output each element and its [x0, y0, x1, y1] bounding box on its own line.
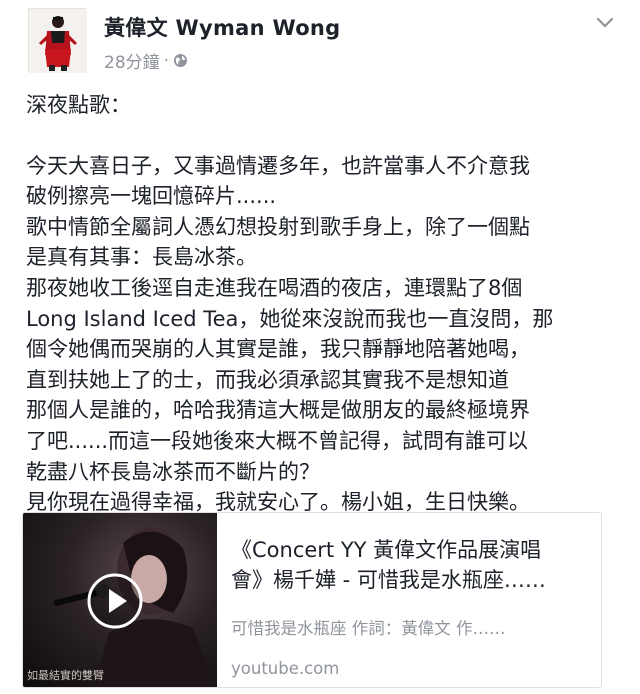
post-header: 黃偉文 Wyman Wong 28分鐘 ·: [28, 8, 618, 74]
post-greeting: 深夜點歌：: [26, 93, 131, 117]
link-preview-card[interactable]: 如最結實的雙臂 《Concert YY 黃偉文作品展演唱 會》楊千嬅 - 可惜我…: [22, 512, 602, 688]
play-icon[interactable]: [87, 573, 143, 629]
link-card-title[interactable]: 《Concert YY 黃偉文作品展演唱 會》楊千嬅 - 可惜我是水瓶座……: [231, 535, 591, 595]
post-line: 直到扶她上了的士，而我必須承認其實我不是想知道: [26, 367, 509, 392]
post-body: 深夜點歌： 今天大喜日子，又事過情遷多年，也許當事人不介意我 破例擦亮一塊回憶碎…: [26, 90, 626, 518]
facebook-post: 黃偉文 Wyman Wong 28分鐘 · 深夜點歌： 今天大喜日子，又事過情遷…: [0, 0, 640, 694]
link-card-domain: youtube.com: [231, 659, 340, 678]
post-line: Long Island Iced Tea，她從來沒說而我也一直沒問，那: [26, 306, 554, 331]
avatar[interactable]: [28, 8, 87, 73]
meta-separator: ·: [163, 50, 170, 71]
globe-icon: [173, 53, 188, 68]
link-card-text: 《Concert YY 黃偉文作品展演唱 會》楊千嬅 - 可惜我是水瓶座…… 可…: [231, 535, 591, 678]
post-line: 個令她偶而哭崩的人其實是誰，我只靜靜地陪著她喝，: [26, 337, 530, 362]
post-line: 了吧......而這一段她後來大概不曾記得，試問有誰可以: [26, 428, 529, 453]
post-line: 那個人是誰的，哈哈我猜這大概是做朋友的最終極境界: [26, 398, 530, 423]
post-line: 歌中情節全屬詞人憑幻想投射到歌手身上，除了一個點: [26, 214, 530, 239]
link-card-title-line: 《Concert YY 黃偉文作品展演唱: [231, 538, 542, 562]
post-line: 是真有其事：長島冰茶。: [26, 245, 257, 270]
post-line: 破例擦亮一塊回憶碎片......: [26, 184, 277, 209]
post-meta: 28分鐘 ·: [104, 48, 188, 73]
post-line: 乾盡八杯長島冰茶而不斷片的？: [26, 459, 320, 484]
chevron-down-icon[interactable]: [592, 10, 618, 36]
video-thumbnail[interactable]: 如最結實的雙臂: [23, 513, 217, 687]
post-time[interactable]: 28分鐘: [104, 48, 160, 73]
link-card-description: 可惜我是水瓶座 作詞：黃偉文 作……: [231, 619, 506, 638]
thumbnail-caption: 如最結實的雙臂: [27, 669, 104, 682]
link-card-title-line: 會》楊千嬅 - 可惜我是水瓶座……: [231, 568, 546, 592]
author-name[interactable]: 黃偉文 Wyman Wong: [104, 12, 341, 42]
post-line: 今天大喜日子，又事過情遷多年，也許當事人不介意我: [26, 153, 530, 178]
post-line: 那夜她收工後逕自走進我在喝酒的夜店，連環點了8個: [26, 275, 523, 300]
